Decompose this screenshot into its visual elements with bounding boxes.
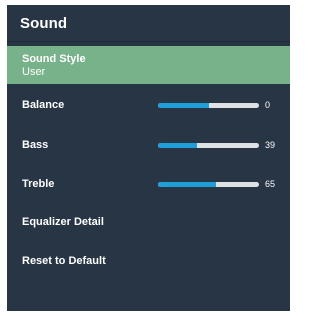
bass-slider[interactable] — [158, 143, 259, 148]
menu-item-equalizer-detail[interactable]: Equalizer Detail — [7, 210, 290, 234]
equalizer-detail-label: Equalizer Detail — [22, 215, 104, 228]
treble-label: Treble — [22, 177, 55, 190]
bass-value: 39 — [265, 140, 276, 150]
bass-slider-fill — [158, 143, 198, 148]
treble-slider-fill — [158, 182, 216, 187]
bass-label: Bass — [22, 138, 49, 151]
sound-style-value: User — [22, 66, 46, 78]
balance-label: Balance — [22, 98, 65, 111]
sound-menu-panel: Sound Sound Style User Balance 0 Bass 39… — [7, 5, 290, 311]
menu-item-bass[interactable]: Bass 39 — [7, 133, 290, 157]
reset-to-default-label: Reset to Default — [22, 254, 106, 267]
balance-slider[interactable] — [158, 103, 259, 108]
balance-value: 0 — [265, 100, 271, 110]
balance-slider-fill — [158, 103, 209, 108]
treble-value: 65 — [265, 179, 276, 189]
sound-style-label: Sound Style — [22, 53, 86, 65]
page-title: Sound — [20, 14, 68, 32]
menu-item-treble[interactable]: Treble 65 — [7, 172, 290, 196]
menu-item-reset-to-default[interactable]: Reset to Default — [7, 249, 290, 273]
menu-item-sound-style[interactable]: Sound Style User — [7, 46, 290, 84]
menu-header: Sound — [7, 5, 290, 42]
menu-item-balance[interactable]: Balance 0 — [7, 93, 290, 117]
treble-slider[interactable] — [158, 182, 259, 187]
